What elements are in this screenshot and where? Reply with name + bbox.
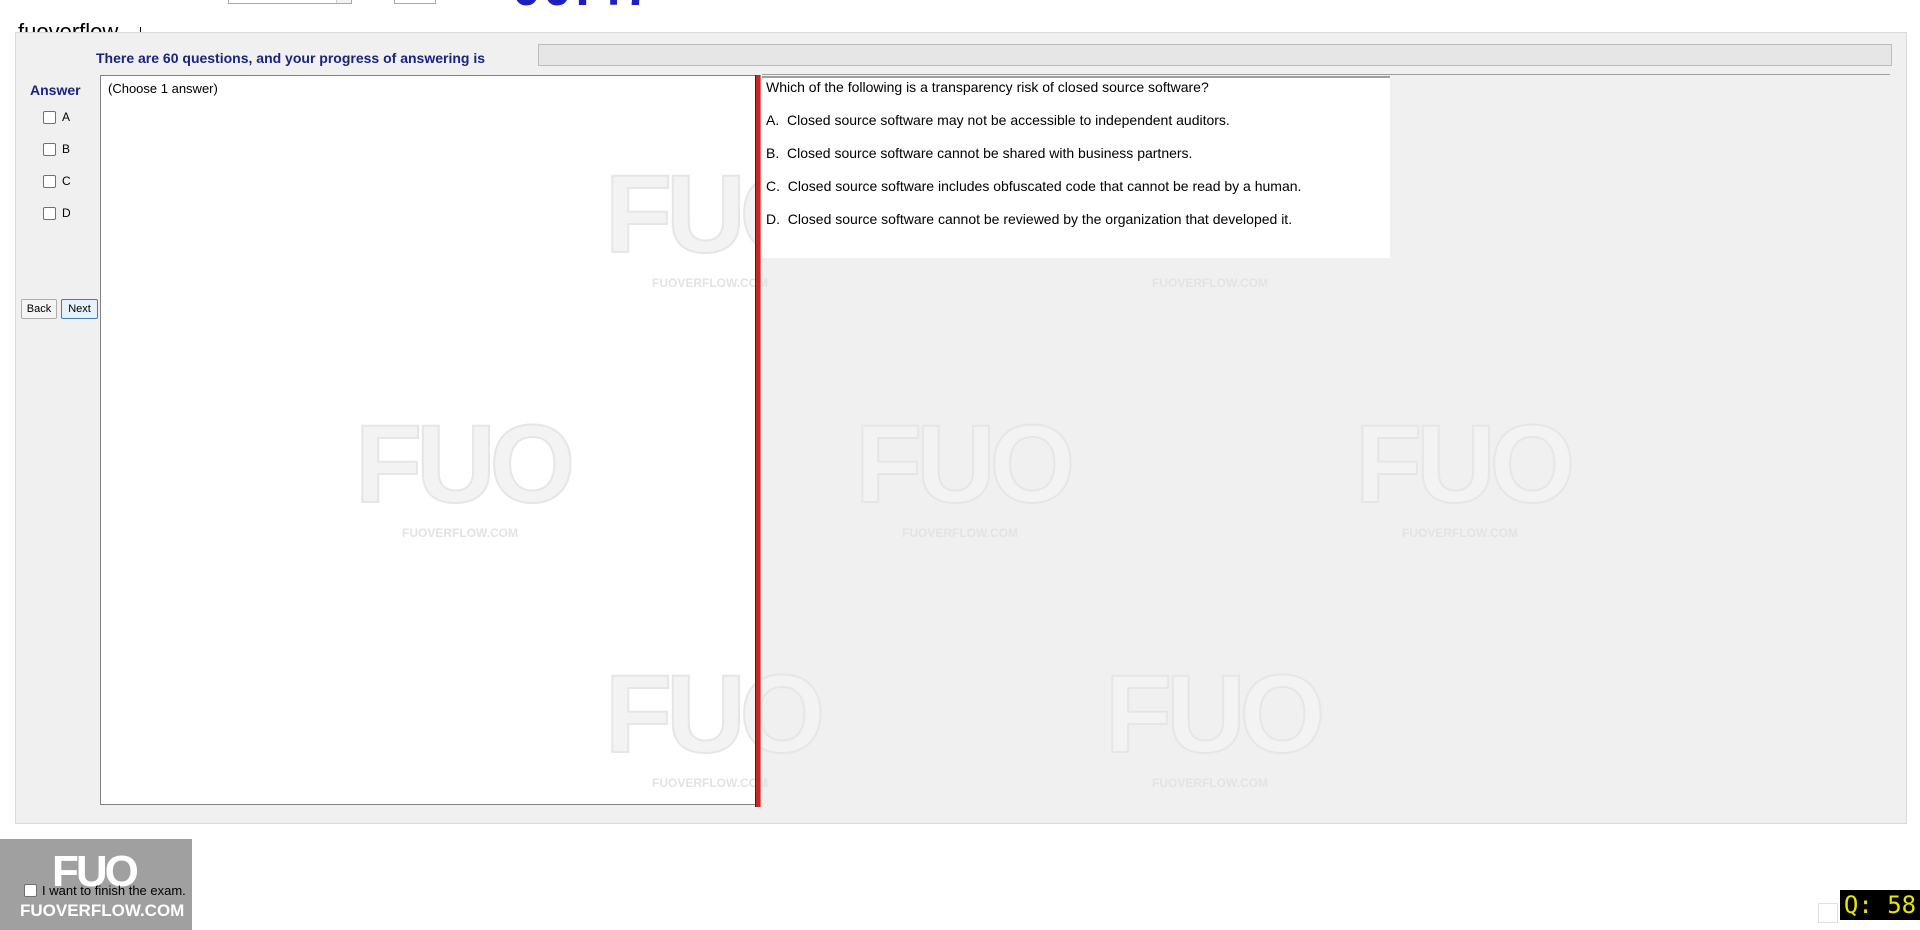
question-choice-d: D. Closed source software cannot be revi…: [766, 211, 1293, 227]
watermark-sub: FUOVERFLOW.COM: [1402, 526, 1518, 540]
watermark-sub: FUOVERFLOW.COM: [1152, 776, 1268, 790]
back-button[interactable]: Back: [21, 299, 57, 319]
checkbox-icon[interactable]: [43, 110, 56, 124]
top-select[interactable]: [228, 0, 352, 4]
answer-title: Answer: [30, 82, 81, 98]
progress-bar: [538, 44, 1892, 66]
watermark: FUO FUOVERFLOW.COM: [854, 403, 1076, 541]
watermark-sub: FUOVERFLOW.COM: [652, 776, 768, 790]
panel-splitter[interactable]: [755, 75, 761, 807]
question-box: [762, 76, 1390, 258]
answer-option-c[interactable]: C: [43, 173, 71, 189]
progress-label: There are 60 questions, and your progres…: [96, 50, 485, 66]
watermark-logo: FUO: [1104, 653, 1326, 776]
question-choice-a: A. Closed source software may not be acc…: [766, 112, 1230, 128]
top-small-input[interactable]: [394, 0, 436, 4]
answer-option-a[interactable]: A: [43, 109, 70, 125]
divider: [762, 74, 1890, 75]
question-choice-c: C. Closed source software includes obfus…: [766, 178, 1302, 194]
badge-sub: FUOVERFLOW.COM: [20, 901, 185, 920]
small-box: [1818, 903, 1838, 923]
watermark: FUO FUOVERFLOW.COM: [1104, 653, 1326, 791]
next-button[interactable]: Next: [61, 299, 98, 319]
answer-option-label: C: [62, 174, 71, 188]
answer-option-d[interactable]: D: [43, 205, 71, 221]
chevron-down-icon[interactable]: [336, 0, 351, 3]
watermark-logo: FUO: [1354, 403, 1576, 526]
question-text: Which of the following is a transparency…: [766, 79, 1209, 95]
watermark-logo: FUO: [354, 403, 576, 526]
answer-option-label: B: [62, 142, 71, 156]
watermark: FUO FUOVERFLOW.COM: [354, 403, 576, 541]
watermark-sub: FUOVERFLOW.COM: [652, 276, 768, 290]
watermark: FUO FUOVERFLOW.COM: [604, 653, 826, 791]
watermark: FUO FUOVERFLOW.COM: [1354, 403, 1576, 541]
exam-timer: 00:47: [512, 0, 655, 14]
checkbox-icon[interactable]: [43, 206, 56, 220]
watermark-sub: FUOVERFLOW.COM: [902, 526, 1018, 540]
finish-exam-label: I want to finish the exam.: [42, 883, 186, 898]
checkbox-icon[interactable]: [43, 174, 56, 188]
answer-option-label: D: [62, 206, 71, 220]
answer-option-label: A: [62, 110, 71, 124]
choose-hint: (Choose 1 answer): [108, 81, 218, 96]
answer-option-b[interactable]: B: [43, 141, 70, 157]
checkbox-icon[interactable]: [24, 884, 37, 897]
watermark-sub: FUOVERFLOW.COM: [1152, 276, 1268, 290]
watermark-logo: FUO: [854, 403, 1076, 526]
question-choice-b: B. Closed source software cannot be shar…: [766, 145, 1193, 161]
watermark-sub: FUOVERFLOW.COM: [402, 526, 518, 540]
watermark-logo: FUO: [604, 653, 826, 776]
question-counter: Q: 58: [1840, 890, 1920, 920]
checkbox-icon[interactable]: [43, 142, 56, 156]
